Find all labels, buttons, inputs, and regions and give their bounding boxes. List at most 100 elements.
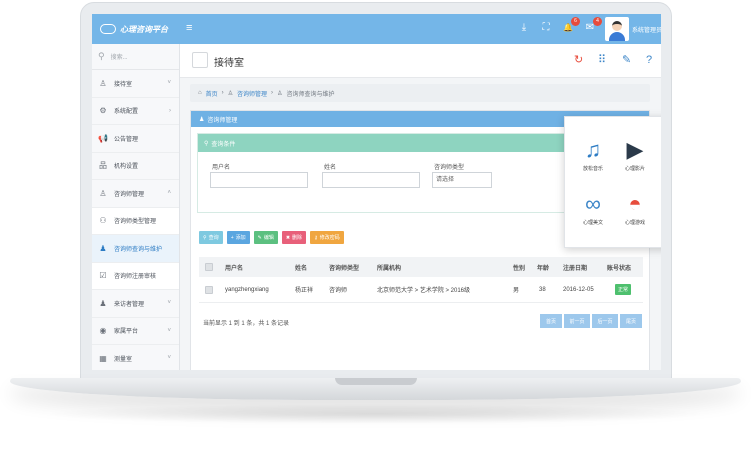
help-icon[interactable]: ? bbox=[646, 54, 652, 66]
breadcrumb-home[interactable]: 首页 bbox=[206, 89, 218, 98]
app-tile[interactable]: ♫ 放松音乐 bbox=[573, 135, 613, 172]
name-label: 姓名 bbox=[324, 165, 337, 171]
sidebar-item[interactable]: ◉ 家属平台 ˅ bbox=[92, 318, 179, 345]
pager-prev[interactable]: 前一页 bbox=[563, 313, 591, 329]
col-org[interactable]: 所属机构 bbox=[377, 263, 401, 272]
pager-last[interactable]: 尾页 bbox=[619, 313, 643, 329]
cell-username: yangzhengxiang bbox=[225, 286, 269, 293]
app-tile-label: 系统帮助 bbox=[657, 219, 661, 226]
top-bar: 心理咨询平台 ≡ ⤓ ⛶ 🔔 6 ✉ 4 系统管理员 bbox=[92, 14, 661, 44]
user-icon: ♙ bbox=[277, 90, 283, 97]
user-name[interactable]: 系统管理员 bbox=[632, 25, 661, 34]
sidebar-item[interactable]: ⚇ 咨询师类型管理 bbox=[92, 207, 179, 235]
user-edit-icon: ♟ bbox=[99, 243, 107, 253]
user-icon: ♙ bbox=[99, 188, 107, 198]
sidebar-item-label: 公告管理 bbox=[114, 136, 139, 143]
app-tile[interactable]: ▶ 心理影片 bbox=[615, 135, 655, 172]
edit-icon[interactable]: ✎ bbox=[622, 54, 631, 66]
search-input[interactable]: 搜索... bbox=[111, 52, 128, 61]
table-row[interactable]: yangzhengxiang 杨正祥 咨询师 北京师范大学 > 艺术学院 > 2… bbox=[199, 277, 643, 303]
avatar[interactable] bbox=[605, 17, 629, 41]
search-button[interactable]: ⚲ 查询 bbox=[199, 231, 223, 244]
refresh-icon[interactable]: ↻ bbox=[574, 54, 583, 66]
sidebar-item[interactable]: ⚙ 系统配置 › bbox=[92, 98, 179, 125]
sidebar-item-label: 咨询师查询与维护 bbox=[114, 246, 163, 253]
image-icon: ▣ bbox=[657, 135, 661, 165]
username-field[interactable] bbox=[210, 172, 308, 188]
plus-icon: + bbox=[230, 234, 234, 241]
col-username[interactable]: 用户名 bbox=[225, 263, 243, 272]
app-screen: 心理咨询平台 ≡ ⤓ ⛶ 🔔 6 ✉ 4 系统管理员 ⚲ 搜索... ♙ 接待室 ˅ ⚙ 系… bbox=[92, 14, 661, 370]
sidebar-item-label: 来访者管理 bbox=[114, 301, 145, 308]
col-regdate[interactable]: 注册日期 bbox=[563, 263, 587, 272]
select-all-checkbox[interactable] bbox=[205, 263, 213, 271]
app-tile-label: 放松音乐 bbox=[582, 166, 603, 172]
sidebar-item[interactable]: ♙ 接待室 ˅ bbox=[92, 70, 179, 98]
app-logo-text: 心理咨询平台 bbox=[120, 24, 168, 34]
app-tile-label: 心理游戏 bbox=[624, 220, 645, 226]
eye-icon: ◉ bbox=[99, 326, 107, 336]
org-chart-icon: 品 bbox=[99, 161, 107, 171]
app-tile[interactable]: ∞ 心理美文 bbox=[573, 189, 613, 226]
button-label: 删除 bbox=[292, 235, 303, 241]
app-tile-label: 心理美文 bbox=[582, 220, 603, 226]
sidebar-item[interactable]: ♟ 咨询师查询与维护 bbox=[92, 235, 179, 263]
sidebar-item-label: 咨询师注册审核 bbox=[114, 274, 157, 281]
tag-icon: ⚇ bbox=[99, 216, 107, 226]
edit-button[interactable]: ✎ 编辑 bbox=[253, 231, 278, 244]
cell-org: 北京师范大学 > 艺术学院 > 2016级 bbox=[377, 288, 471, 294]
button-label: 编辑 bbox=[263, 235, 274, 241]
trash-button[interactable]: ✖ 删除 bbox=[281, 231, 307, 244]
username-label: 用户名 bbox=[212, 165, 231, 171]
page-title: 接待室 bbox=[214, 58, 244, 69]
pager-first[interactable]: 首页 bbox=[539, 313, 563, 329]
download-icon[interactable]: ⤓ bbox=[518, 22, 530, 34]
search-icon: ⚲ bbox=[98, 51, 105, 61]
col-name[interactable]: 姓名 bbox=[295, 263, 307, 272]
sidebar-item-label: 家属平台 bbox=[114, 329, 139, 336]
row-checkbox[interactable] bbox=[205, 285, 213, 294]
sidebar-item[interactable]: ▦ 测量室 ˅ bbox=[92, 345, 179, 370]
col-age[interactable]: 年龄 bbox=[537, 263, 549, 272]
person-icon: ♙ bbox=[99, 78, 107, 88]
home-icon: ⌂ bbox=[198, 90, 202, 96]
cell-age: 38 bbox=[539, 286, 546, 293]
sidebar-item[interactable]: ♙ 咨询师管理 ˄ bbox=[92, 180, 179, 208]
users-icon: ♟ bbox=[99, 298, 107, 308]
apps-grid-icon[interactable]: ⠿ bbox=[598, 54, 606, 66]
mail-icon[interactable]: ✉ 4 bbox=[584, 17, 602, 34]
app-tile[interactable]: ▣心理图册 bbox=[657, 135, 661, 172]
main-content: 接待室 ↻ ⠿ ✎ ? ⌂ 首页 › ♙ 咨询师管理 › ♙ 咨询师查询与维护 … bbox=[180, 44, 661, 370]
apps-dropdown: ♫ 放松音乐 ▶心理影片▣心理图册 ∞心理美文◓心理游戏?系统帮助 bbox=[564, 116, 661, 248]
col-status[interactable]: 账号状态 bbox=[607, 263, 631, 272]
sidebar-item[interactable]: ♟ 来访者管理 ˅ bbox=[92, 290, 179, 318]
type-select[interactable]: 请选择 bbox=[432, 172, 492, 188]
title-bar: 接待室 ↻ ⠿ ✎ ? bbox=[180, 44, 661, 78]
records-info: 当前显示 1 到 1 条，共 1 条记录 bbox=[203, 321, 290, 327]
calculator-icon: ▦ bbox=[99, 353, 107, 363]
hamburger-icon[interactable]: ≡ bbox=[186, 23, 192, 34]
key-button[interactable]: ⚷ 修改密码 bbox=[310, 231, 344, 244]
app-tile[interactable]: ◓ 心理游戏 bbox=[615, 189, 655, 226]
pager-next[interactable]: 后一页 bbox=[591, 313, 619, 329]
sidebar-item[interactable]: 📢 公告管理 bbox=[92, 125, 179, 153]
breadcrumb-counselor-mgmt[interactable]: 咨询师管理 bbox=[237, 89, 267, 98]
sidebar-item-label: 测量室 bbox=[114, 356, 133, 363]
sidebar-item[interactable]: 品机构设置 bbox=[92, 153, 179, 180]
bell-icon[interactable]: 🔔 6 bbox=[562, 17, 580, 34]
mail-badge: 4 bbox=[593, 17, 602, 26]
app-logo[interactable]: 心理咨询平台 bbox=[92, 14, 180, 44]
name-field[interactable] bbox=[322, 172, 420, 188]
music-icon: ♫ bbox=[584, 137, 602, 162]
plus-button[interactable]: + 添加 bbox=[226, 231, 250, 244]
col-gender[interactable]: 性别 bbox=[513, 263, 525, 272]
fullscreen-icon[interactable]: ⛶ bbox=[540, 22, 552, 34]
sidebar-search[interactable]: ⚲ 搜索... bbox=[92, 44, 179, 70]
button-label: 添加 bbox=[235, 235, 246, 241]
app-tile[interactable]: ?系统帮助 bbox=[657, 189, 661, 226]
user-icon: ♙ bbox=[227, 90, 234, 97]
trash-icon: ✖ bbox=[285, 234, 291, 241]
col-type[interactable]: 咨询师类型 bbox=[329, 263, 359, 272]
sidebar-item[interactable]: ☑ 咨询师注册审核 bbox=[92, 262, 179, 290]
button-label: 修改密码 bbox=[319, 235, 340, 241]
